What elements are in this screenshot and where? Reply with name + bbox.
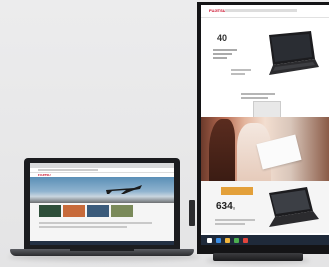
product-scene: FUJITSU FUJITSU 40 634g: [0, 0, 329, 267]
weight-unit: g: [232, 205, 235, 210]
monitor-stand: [213, 253, 303, 261]
hero-subcopy: [231, 67, 251, 77]
promo-weight: 634g: [215, 201, 235, 212]
thumbnail[interactable]: [87, 205, 109, 217]
hero-copy: [213, 47, 237, 61]
thumbnail-row: [30, 203, 174, 219]
lifestyle-photo: [201, 117, 329, 181]
site-logo[interactable]: FUJITSU: [209, 8, 226, 13]
hero-number: 40: [217, 33, 228, 43]
laptop-hinge: [70, 249, 134, 251]
app-icon[interactable]: [234, 237, 239, 243]
hero-banner: [30, 177, 174, 203]
thumbnail[interactable]: [63, 205, 85, 217]
laptop-taskbar[interactable]: [30, 241, 174, 245]
site-header: FUJITSU: [201, 5, 329, 18]
text-block: [30, 219, 174, 231]
monitor-screen: FUJITSU 40 634g: [201, 5, 329, 245]
monitor-side-ports: [189, 200, 195, 226]
weight-promo: 634g: [201, 181, 329, 233]
feature-section: [201, 85, 329, 119]
laptop-screen: FUJITSU: [30, 163, 174, 245]
laptop-product-image: [269, 31, 319, 75]
monitor-taskbar[interactable]: [201, 235, 329, 245]
weight-value: 634: [216, 201, 233, 212]
thumbnail[interactable]: [39, 205, 61, 217]
airplane-icon: [106, 185, 142, 194]
promo-badge: [221, 187, 253, 195]
app-icon[interactable]: [243, 237, 248, 243]
laptop-product-image: [269, 187, 319, 227]
promo-text: [215, 217, 255, 227]
folder-icon[interactable]: [225, 237, 230, 243]
url-text: [38, 169, 98, 171]
windows-start-icon[interactable]: [207, 237, 212, 243]
browser-icon[interactable]: [216, 237, 221, 243]
thumbnail[interactable]: [111, 205, 133, 217]
feature-text: [241, 91, 275, 101]
header-nav[interactable]: [225, 9, 297, 12]
hero-section: 40: [201, 27, 329, 87]
